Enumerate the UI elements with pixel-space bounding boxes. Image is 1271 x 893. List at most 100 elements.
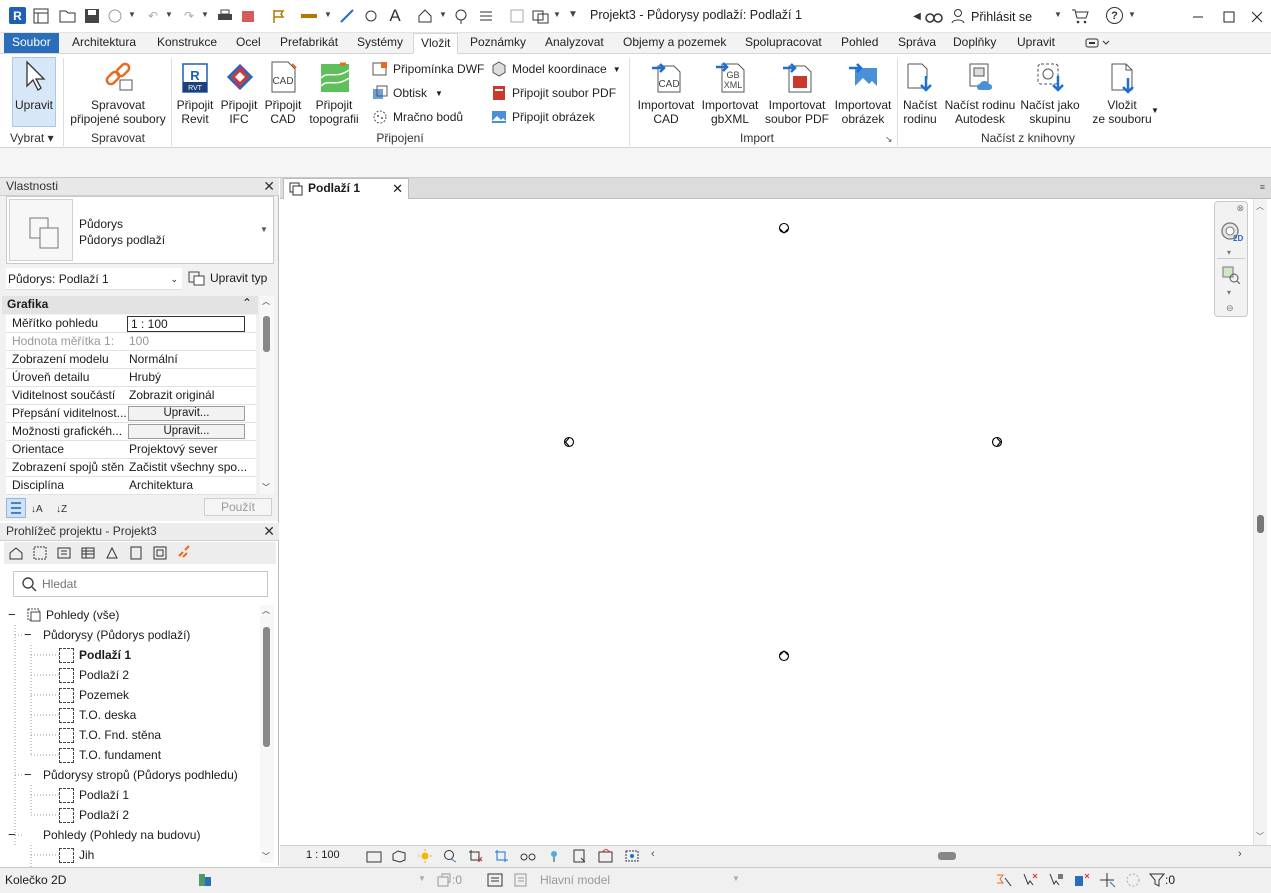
navbar-close-icon[interactable]: ⊗ bbox=[1236, 203, 1244, 214]
browser-scroll-thumb[interactable] bbox=[263, 627, 270, 747]
tree-node-view[interactable]: T.O. deska bbox=[59, 705, 136, 725]
active-model-selector[interactable]: Hlavní model bbox=[540, 873, 610, 887]
select-links-icon[interactable] bbox=[995, 872, 1013, 888]
scroll-up-icon[interactable]: ︿ bbox=[262, 605, 270, 616]
tab-systemy[interactable]: Systémy bbox=[357, 33, 403, 53]
collapse-icon[interactable]: − bbox=[8, 605, 20, 625]
coordination-model-button[interactable]: Model koordinace ▼ bbox=[491, 61, 621, 77]
tree-node-views-all[interactable]: − Pohledy (vše) bbox=[8, 605, 119, 625]
tab-sprava[interactable]: Správa bbox=[898, 33, 936, 53]
visibility-overrides-edit-button[interactable]: Upravit... bbox=[128, 406, 245, 421]
tab-objemy-a-pozemek[interactable]: Objemy a pozemek bbox=[623, 33, 726, 53]
measure-dropdown-icon[interactable]: ▼ bbox=[324, 10, 332, 19]
model-dropdown-icon[interactable]: ▼ bbox=[732, 874, 740, 883]
temporary-view-properties-icon[interactable] bbox=[572, 849, 588, 863]
link-image-button[interactable]: Připojit obrázek bbox=[491, 109, 595, 125]
load-as-group-button[interactable]: Načíst jako skupinu bbox=[1018, 58, 1082, 126]
redo-icon[interactable]: ↷ bbox=[180, 7, 198, 25]
tree-node-view[interactable]: Podlaží 1 bbox=[59, 645, 131, 665]
worksharing-display-icon[interactable] bbox=[598, 849, 614, 863]
families-icon[interactable] bbox=[104, 545, 120, 561]
cart-icon[interactable] bbox=[1071, 7, 1089, 25]
link-ifc-button[interactable]: Připojit IFC bbox=[217, 58, 261, 126]
select-underlay-icon[interactable] bbox=[1021, 872, 1039, 888]
undo-dropdown-icon[interactable]: ▼ bbox=[165, 10, 173, 19]
sync-dropdown-icon[interactable]: ▼ bbox=[128, 10, 136, 19]
properties-close-icon[interactable]: ✕ bbox=[263, 178, 275, 195]
import-pdf-button[interactable]: Importovat soubor PDF bbox=[762, 58, 832, 126]
property-value[interactable]: Architektura bbox=[128, 477, 254, 494]
maximize-button[interactable] bbox=[1215, 4, 1243, 30]
aligned-dimension-icon[interactable] bbox=[338, 7, 356, 25]
scroll-up-icon[interactable]: ︿ bbox=[1256, 201, 1264, 212]
customize-toolbar-icon[interactable]: ▼ bbox=[568, 9, 578, 20]
import-dialog-launcher-icon[interactable]: ↘ bbox=[885, 134, 893, 145]
sign-in-dropdown-icon[interactable]: ▼ bbox=[1054, 10, 1062, 19]
property-value[interactable]: Začistit všechny spo... bbox=[128, 459, 254, 476]
tree-node-view[interactable]: Pozemek bbox=[59, 685, 129, 705]
type-selector-dropdown-icon[interactable]: ▼ bbox=[260, 225, 268, 234]
view-tab-close-icon[interactable]: ✕ bbox=[392, 179, 403, 198]
drag-elements-icon[interactable] bbox=[1099, 872, 1117, 888]
user-icon[interactable] bbox=[949, 7, 967, 25]
tab-analyzovat[interactable]: Analyzovat bbox=[545, 33, 604, 53]
ribbon-minimize-icon[interactable] bbox=[1085, 36, 1113, 51]
properties-scroll-thumb[interactable] bbox=[263, 316, 270, 352]
sign-in-link[interactable]: Přihlásit se bbox=[971, 10, 1032, 24]
graphic-display-edit-button[interactable]: Upravit... bbox=[128, 424, 245, 439]
worksets-icon[interactable] bbox=[197, 872, 213, 888]
browser-scrollbar[interactable]: ︿ ﹀ bbox=[260, 605, 274, 863]
editable-only-icon[interactable] bbox=[436, 872, 452, 888]
property-value[interactable]: Normální bbox=[128, 351, 254, 368]
shadows-icon[interactable] bbox=[442, 849, 458, 863]
instance-filter-dropdown[interactable]: Půdorys: Podlaží 1 ⌄ bbox=[6, 268, 182, 290]
filter-icon[interactable] bbox=[1149, 872, 1165, 888]
help-dropdown-icon[interactable]: ▼ bbox=[1128, 10, 1136, 19]
close-hidden-icon[interactable] bbox=[508, 7, 526, 25]
left-arrow-icon[interactable]: ◀ bbox=[908, 7, 926, 25]
reveal-hidden-icon[interactable] bbox=[546, 849, 562, 863]
text-icon[interactable]: A bbox=[386, 6, 404, 25]
drawing-canvas[interactable]: ⊗ 2D ▾ ▾ ⊖ bbox=[280, 199, 1253, 845]
view-tab-podlazi-1[interactable]: Podlaží 1 ✕ bbox=[283, 178, 409, 199]
3d-view-icon[interactable] bbox=[416, 7, 434, 25]
zoom-region-icon[interactable] bbox=[1222, 266, 1240, 284]
sync-icon[interactable] bbox=[107, 7, 125, 25]
scroll-right-icon[interactable]: › bbox=[1238, 848, 1242, 860]
navbar-options-icon[interactable]: ⊖ bbox=[1226, 303, 1234, 314]
tab-konstrukce[interactable]: Konstrukce bbox=[157, 33, 217, 53]
canvas-vertical-scrollbar[interactable]: ︿ ﹀ bbox=[1253, 199, 1267, 845]
revit-logo-icon[interactable]: R bbox=[9, 7, 26, 24]
collapse-icon[interactable]: − bbox=[24, 765, 36, 785]
apply-button[interactable]: Použít bbox=[204, 498, 272, 516]
revit-links-icon[interactable] bbox=[176, 545, 192, 561]
crop-view-icon[interactable] bbox=[468, 849, 484, 863]
export-icon[interactable] bbox=[239, 7, 257, 25]
modify-button[interactable]: Upravit bbox=[12, 58, 56, 112]
project-browser-close-icon[interactable]: ✕ bbox=[263, 523, 275, 540]
home-grid-icon[interactable] bbox=[32, 7, 50, 25]
view-scale-input[interactable]: 1 : 100 bbox=[127, 316, 245, 332]
collapse-icon[interactable]: − bbox=[8, 825, 20, 845]
design-option-icon[interactable] bbox=[513, 872, 529, 888]
tab-list-icon[interactable]: ≡ bbox=[1260, 182, 1265, 192]
properties-scrollbar[interactable]: ︿ ﹀ bbox=[260, 296, 274, 494]
sun-path-icon[interactable] bbox=[417, 849, 433, 863]
canvas-hscroll-thumb[interactable] bbox=[938, 852, 956, 860]
tab-soubor[interactable]: Soubor bbox=[4, 33, 59, 53]
view-scale-button[interactable]: 1 : 100 bbox=[306, 849, 340, 861]
scroll-down-icon[interactable]: ﹀ bbox=[1256, 831, 1264, 842]
undo-icon[interactable]: ↶ bbox=[144, 7, 162, 25]
tab-vlozit[interactable]: Vložit bbox=[413, 33, 459, 54]
scroll-down-icon[interactable]: ﹀ bbox=[262, 851, 270, 862]
property-value[interactable]: Hrubý bbox=[128, 369, 254, 386]
link-pdf-button[interactable]: Připojit soubor PDF bbox=[491, 85, 616, 101]
views-icon[interactable] bbox=[32, 545, 48, 561]
visual-style-icon[interactable] bbox=[391, 849, 407, 863]
tree-node-view[interactable]: Podlaží 1 bbox=[59, 785, 129, 805]
temporary-hide-icon[interactable] bbox=[520, 849, 536, 863]
decal-button[interactable]: Obtisk ▼ bbox=[372, 85, 443, 101]
thin-lines-icon[interactable] bbox=[477, 7, 495, 25]
legends-icon[interactable] bbox=[56, 545, 72, 561]
import-gbxml-button[interactable]: GB XML Importovat gbXML bbox=[698, 58, 762, 126]
